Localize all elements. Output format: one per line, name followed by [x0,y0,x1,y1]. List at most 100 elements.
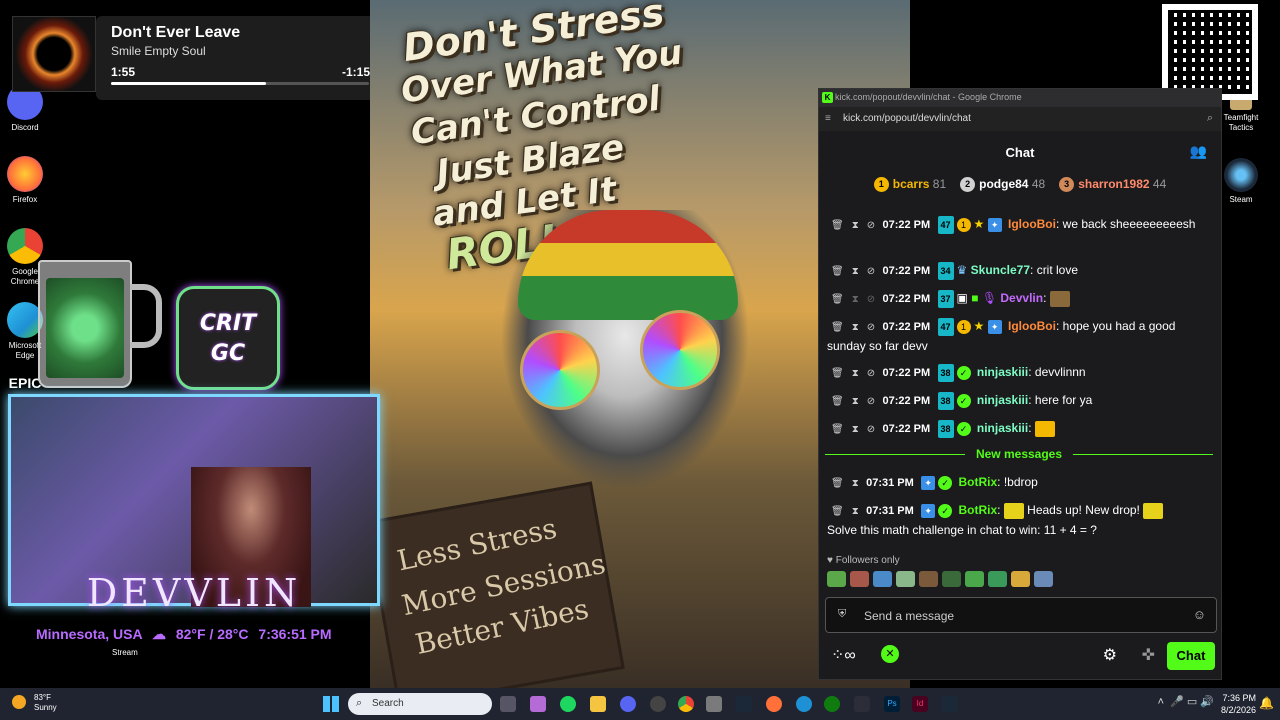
desktop-icon-steam[interactable]: Steam [1219,158,1263,205]
chrome-taskbar-icon[interactable] [678,696,694,712]
address-bar[interactable]: ≡ kick.com/popout/devvlin/chat ⌕ [819,107,1221,131]
message-user[interactable]: BotRix [958,503,997,517]
emote-option[interactable] [896,571,915,587]
message-user[interactable]: IglooBoi [1008,319,1056,333]
leader-entry[interactable]: 1 bcarrs 81 [873,177,946,197]
chat-message[interactable]: 🗑 ⧗ ⊘ 07:22 PM 38 ✓ ninjaskiii: [827,419,1207,439]
chat-message[interactable]: 🗑 ⧗ 07:31 PM ✦ ✓ BotRix: Heads up! New dro… [827,501,1207,539]
spotify-icon[interactable] [560,696,576,712]
message-user[interactable]: Devvlin [1000,291,1043,305]
track-progress-bar[interactable] [111,82,369,85]
timeout-icon[interactable]: ⧗ [852,424,859,435]
message-user[interactable]: ninjaskiii [977,421,1028,435]
app-icon[interactable] [706,696,722,712]
desktop-icon-tft[interactable]: Teamfight Tactics [1219,96,1263,133]
ban-icon[interactable]: ⊘ [867,368,875,379]
timeout-icon[interactable]: ⧗ [852,506,859,517]
notifications-icon[interactable]: 🔔 [1259,696,1274,710]
delete-icon[interactable]: 🗑 [831,266,844,277]
window-titlebar[interactable]: K kick.com/popout/devvlin/chat - Google … [819,89,1221,107]
shield-icon[interactable]: ⛨ [838,608,846,621]
desktop-icon-label: Steam [1229,195,1253,204]
photoshop-icon[interactable]: Ps [884,696,900,712]
chat-message[interactable]: 🗑 ⧗ 07:31 PM ✦ ✓ BotRix: !bdrop [827,473,1207,493]
timeout-icon[interactable]: ⧗ [852,368,859,379]
emoji-icon[interactable]: ☺ [1193,607,1206,622]
timeout-icon[interactable]: ⧗ [852,266,859,277]
steam-taskbar-icon[interactable] [736,696,752,712]
emote-option[interactable] [988,571,1007,587]
ban-icon[interactable]: ⊘ [867,322,875,333]
leader-entry[interactable]: 2 podge84 48 [960,177,1045,197]
indesign-icon[interactable]: Id [912,696,928,712]
chat-message[interactable]: 🗑 ⧗ ⊘ 07:22 PM 38 ✓ ninjaskiii: here for ya [827,391,1207,411]
message-user[interactable]: IglooBoi [1008,217,1056,231]
chat-message[interactable]: 🗑 ⧗ ⊘ 07:22 PM 47 1 ★ ✦ IglooBoi: we back sh… [827,215,1207,235]
windows-start-icon[interactable] [323,696,339,712]
send-chat-button[interactable]: Chat [1167,642,1215,670]
message-user[interactable]: BotRix [958,475,997,489]
emote-option[interactable] [850,571,869,587]
users-icon[interactable]: 👥 [1190,143,1207,160]
local-time: 7:36:51 PM [258,626,332,642]
delete-icon[interactable]: 🗑 [831,368,844,379]
delete-icon[interactable]: 🗑 [831,506,844,517]
steam-app-icon[interactable] [942,696,958,712]
zoom-icon[interactable]: ⌕ [1207,112,1213,125]
emote-option[interactable] [827,571,846,587]
message-input[interactable]: ⛨ Send a message ☺ [825,597,1217,633]
ban-icon[interactable]: ⊘ [867,294,875,305]
leader-entry[interactable]: 3 sharron1982 44 [1059,177,1166,197]
chat-message[interactable]: 🗑 ⧗ ⊘ 07:22 PM 34 ♛ Skuncle77: crit love [827,261,1207,281]
message-user[interactable]: ninjaskiii [977,365,1028,379]
system-tray[interactable]: ˄ 🎤 ▭ 🔊 [1158,695,1214,708]
emote-option[interactable] [942,571,961,587]
delete-icon[interactable]: 🗑 [831,322,844,333]
settings-gear-icon[interactable]: ⚙ [1103,645,1117,665]
app-icon[interactable] [854,696,870,712]
emote-option[interactable] [919,571,938,587]
chat-message[interactable]: 🗑 ⧗ ⊘ 07:22 PM 38 ✓ ninjaskiii: devvlinnn [827,363,1207,383]
delete-icon[interactable]: 🗑 [831,424,844,435]
chat-message[interactable]: 🗑 ⧗ ⊘ 07:22 PM 47 1 ★ ✦ IglooBoi: hope you h… [827,317,1207,355]
emote-option[interactable] [873,571,892,587]
ban-icon[interactable]: ⊘ [867,396,875,407]
ban-icon[interactable]: ⊘ [867,424,875,435]
obs-icon[interactable] [650,696,666,712]
copilot-icon[interactable] [530,696,546,712]
timeout-icon[interactable]: ⧗ [852,478,859,489]
site-info-icon[interactable]: ≡ [825,113,831,124]
discord-taskbar-icon[interactable] [620,696,636,712]
ban-icon[interactable]: ⊘ [867,220,875,231]
desktop-icon-firefox[interactable]: Firefox [4,156,46,205]
puzzle-icon[interactable]: ✜ [1142,645,1155,665]
timeout-icon[interactable]: ⧗ [852,220,859,231]
taskbar-clock[interactable]: 7:36 PM 8/2/2026 [1221,692,1256,716]
firefox-taskbar-icon[interactable] [766,696,782,712]
task-view-icon[interactable] [500,696,516,712]
message-user[interactable]: Skuncle77 [971,263,1030,277]
kick-logo-icon[interactable]: ✕ [881,645,899,663]
message-user[interactable]: ninjaskiii [977,393,1028,407]
delete-icon[interactable]: 🗑 [831,396,844,407]
taskbar-search[interactable]: ⌕ Search [348,693,492,715]
points-icon[interactable]: ⁘∞ [831,645,856,665]
delete-icon[interactable]: 🗑 [831,220,844,231]
file-explorer-icon[interactable] [590,696,606,712]
emote-option[interactable] [1011,571,1030,587]
ban-icon[interactable]: ⊘ [867,266,875,277]
emote-option[interactable] [1034,571,1053,587]
delete-icon[interactable]: 🗑 [831,294,844,305]
xbox-icon[interactable] [824,696,840,712]
logo-text: GC [210,341,246,366]
emote-option[interactable] [965,571,984,587]
new-messages-divider[interactable]: New messages [825,447,1213,461]
timeout-icon[interactable]: ⧗ [852,294,859,305]
timeout-icon[interactable]: ⧗ [852,396,859,407]
delete-icon[interactable]: 🗑 [831,478,844,489]
chat-message[interactable]: 🗑 ⧗ ⊘ 07:22 PM 37 ▣ ■ 🎙 Devvlin: [827,289,1207,309]
kick-icon: K [822,92,833,103]
timeout-icon[interactable]: ⧗ [852,322,859,333]
message-time: 07:31 PM [866,505,914,517]
edge-taskbar-icon[interactable] [796,696,812,712]
